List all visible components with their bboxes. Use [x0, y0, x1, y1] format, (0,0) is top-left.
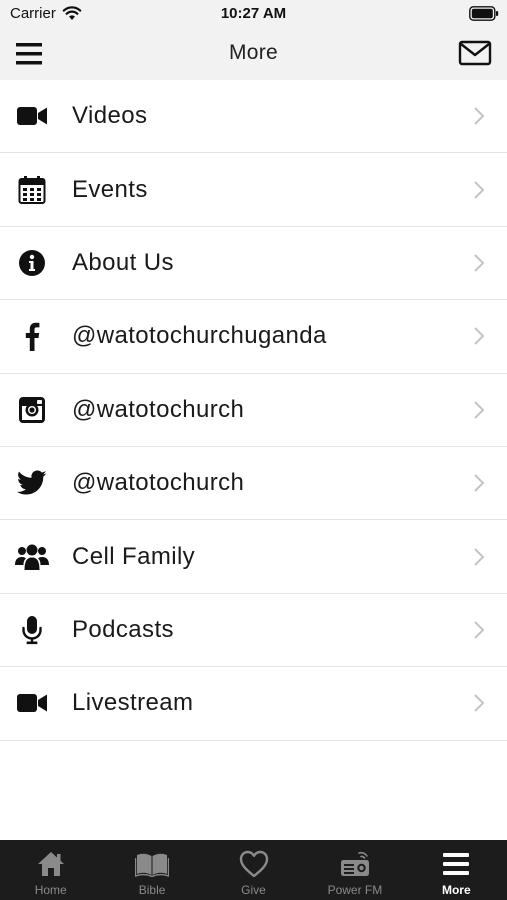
bottom-tab-bar: Home Bible Give Power FM More: [0, 840, 507, 900]
menu-item-videos[interactable]: Videos: [0, 80, 507, 154]
tab-label: Power FM: [327, 883, 383, 897]
menu-item-label: @watotochurch: [72, 469, 245, 497]
menu-item-cell-family[interactable]: Cell Family: [0, 520, 507, 594]
menu-item-label: Events: [72, 175, 148, 203]
more-menu-list: Videos Events About Us @watotochurchugan…: [0, 80, 507, 741]
chevron-right-icon: [474, 401, 485, 419]
tab-label: Bible: [138, 883, 166, 897]
tab-label: Home: [34, 883, 67, 897]
chevron-right-icon: [474, 621, 485, 639]
tab-power-fm[interactable]: Power FM: [304, 840, 405, 900]
twitter-icon: [14, 465, 50, 501]
menu-item-label: About Us: [72, 248, 174, 276]
menu-item-label: Podcasts: [72, 615, 174, 643]
status-bar: Carrier 10:27 AM: [0, 0, 507, 28]
menu-item-livestream[interactable]: Livestream: [0, 667, 507, 741]
navigation-bar: More: [0, 28, 507, 80]
bible-icon: [135, 849, 170, 879]
menu-item-podcasts[interactable]: Podcasts: [0, 593, 507, 668]
battery-icon: [469, 6, 499, 21]
menu-item-twitter[interactable]: @watotochurch: [0, 446, 507, 521]
menu-item-instagram[interactable]: @watotochurch: [0, 373, 507, 447]
menu-item-label: Livestream: [72, 689, 194, 717]
tab-label: Give: [241, 883, 266, 897]
chevron-right-icon: [474, 694, 485, 713]
chevron-right-icon: [474, 180, 485, 199]
chevron-right-icon: [474, 107, 485, 125]
page-title: More: [228, 41, 279, 64]
video-camera-icon: [14, 685, 50, 721]
tab-give[interactable]: Give: [203, 840, 304, 900]
tab-more[interactable]: More: [406, 840, 507, 900]
radio-icon: [338, 849, 372, 879]
microphone-icon: [14, 612, 50, 648]
instagram-icon: [14, 392, 50, 428]
info-icon: [14, 245, 50, 281]
heart-icon: [237, 849, 271, 879]
chevron-right-icon: [474, 474, 485, 492]
calendar-icon: [14, 172, 50, 208]
video-camera-icon: [14, 98, 50, 134]
chevron-right-icon: [474, 327, 485, 346]
facebook-icon: [14, 318, 50, 354]
menu-item-label: Videos: [72, 102, 148, 130]
menu-item-label: @watotochurch: [72, 395, 245, 423]
tab-label: More: [441, 883, 471, 897]
mail-button[interactable]: [453, 38, 493, 70]
menu-icon: [439, 849, 473, 879]
envelope-icon: [458, 40, 492, 66]
menu-item-label: Cell Family: [72, 542, 196, 570]
menu-item-events[interactable]: Events: [0, 153, 507, 227]
chevron-right-icon: [474, 547, 485, 566]
home-icon: [34, 849, 68, 879]
tab-bible[interactable]: Bible: [101, 840, 202, 900]
menu-item-facebook[interactable]: @watotochurchuganda: [0, 300, 507, 374]
menu-item-label: @watotochurchuganda: [72, 322, 327, 350]
status-time: 10:27 AM: [220, 5, 287, 22]
chevron-right-icon: [474, 254, 485, 272]
menu-item-about-us[interactable]: About Us: [0, 226, 507, 301]
users-icon: [14, 539, 50, 575]
tab-home[interactable]: Home: [0, 840, 101, 900]
